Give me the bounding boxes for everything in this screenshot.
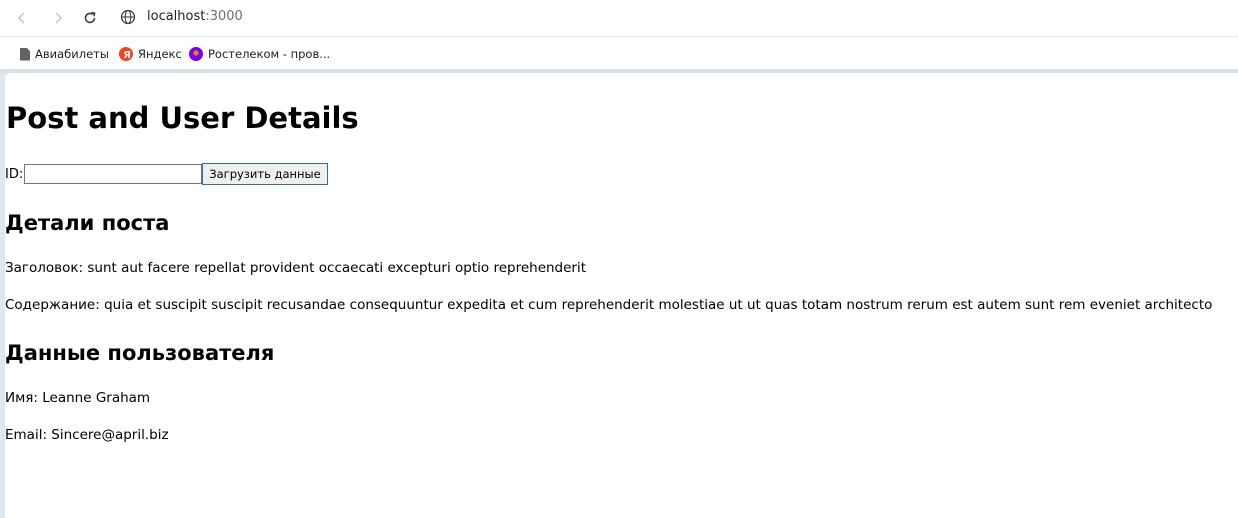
bookmark-label: Яндекс xyxy=(138,47,182,61)
address-bar[interactable]: localhost:3000 xyxy=(147,9,243,24)
post-details-heading: Детали поста xyxy=(5,211,170,235)
bookmark-label: Авиабилеты xyxy=(35,47,109,61)
post-title: Заголовок: sunt aut facere repellat prov… xyxy=(5,260,587,276)
load-data-button[interactable]: Загрузить данные xyxy=(202,163,328,185)
post-body: Содержание: quia et suscipit suscipit re… xyxy=(5,297,1213,313)
url-host: localhost xyxy=(147,9,206,24)
user-name: Имя: Leanne Graham xyxy=(5,390,151,406)
chevron-right-icon xyxy=(55,12,63,24)
page-title: Post and User Details xyxy=(6,101,359,135)
site-info-icon[interactable] xyxy=(120,9,136,25)
bookmark-aviabilety[interactable]: Авиабилеты xyxy=(20,45,109,63)
url-port: :3000 xyxy=(205,9,243,24)
id-input[interactable] xyxy=(24,164,203,184)
chevron-left-icon xyxy=(17,12,25,24)
bookmark-yandex[interactable]: Я Яндекс xyxy=(119,45,182,63)
reload-button[interactable] xyxy=(78,6,102,30)
bookmarks-bar: Авиабилеты Я Яндекс Ростелеком - пров... xyxy=(0,37,1238,69)
reload-icon xyxy=(84,11,96,24)
user-details-heading: Данные пользователя xyxy=(5,341,275,365)
id-label: ID: xyxy=(5,166,24,182)
page-content: Post and User Details ID: Загрузить данн… xyxy=(5,73,1238,518)
user-email: Email: Sincere@april.biz xyxy=(5,427,169,443)
yandex-icon: Я xyxy=(119,47,133,61)
browser-toolbar: localhost:3000 xyxy=(0,0,1238,37)
id-form: ID: Загрузить данные xyxy=(5,162,328,186)
bookmark-rostelecom[interactable]: Ростелеком - пров... xyxy=(189,45,330,63)
document-icon xyxy=(20,47,30,61)
rostelecom-icon xyxy=(189,47,203,61)
forward-button[interactable] xyxy=(46,6,70,30)
svg-text:Я: Я xyxy=(123,50,131,61)
back-button[interactable] xyxy=(10,6,34,30)
bookmark-label: Ростелеком - пров... xyxy=(208,47,331,61)
